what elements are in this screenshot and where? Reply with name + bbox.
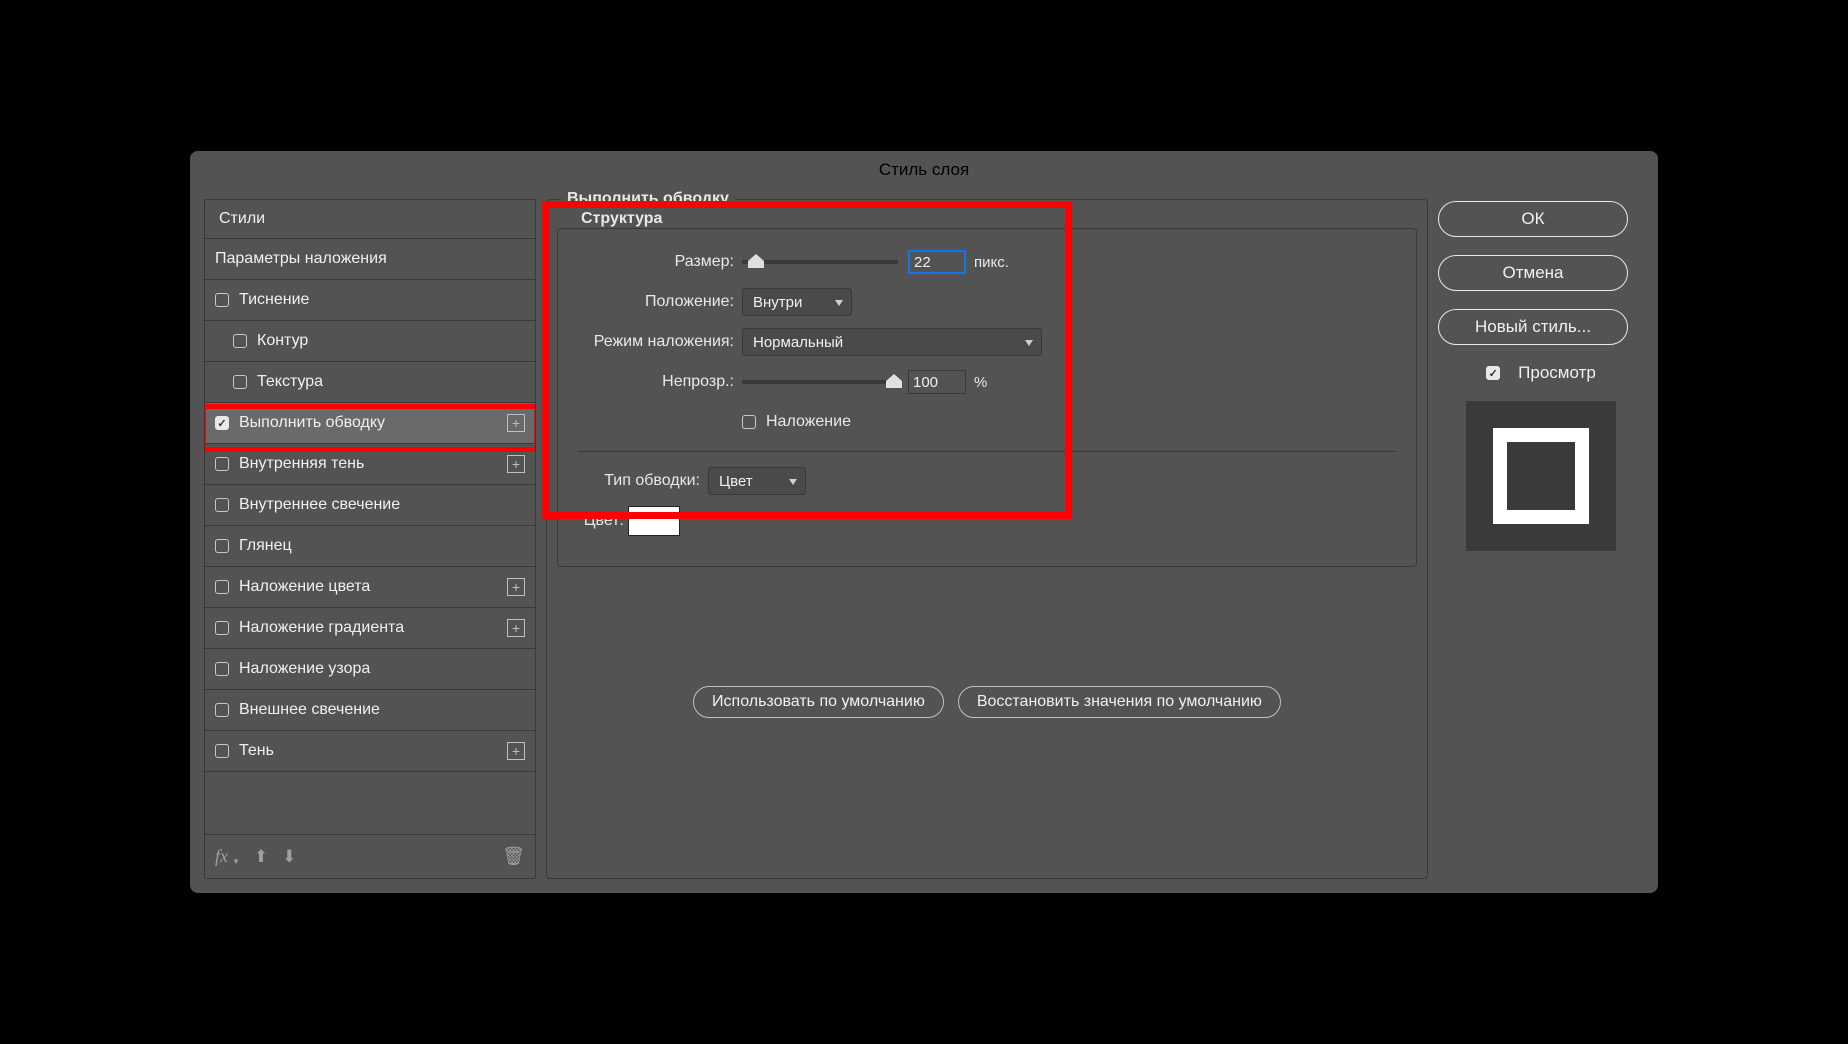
position-label: Положение: xyxy=(578,293,742,311)
overprint-label: Наложение xyxy=(766,413,851,431)
preview-swatch xyxy=(1466,401,1616,551)
style-checkbox[interactable] xyxy=(215,662,229,676)
size-unit: пикс. xyxy=(974,254,1009,271)
structure-group-title: Структура xyxy=(575,210,668,228)
style-row-тиснение[interactable]: Тиснение xyxy=(205,280,535,321)
style-checkbox[interactable] xyxy=(215,744,229,758)
style-checkbox[interactable] xyxy=(215,498,229,512)
slider-thumb-icon[interactable] xyxy=(886,374,902,388)
position-select[interactable]: Внутри xyxy=(742,288,852,316)
style-row-внутренняя-тень[interactable]: Внутренняя тень + xyxy=(205,444,535,485)
blending-options-row[interactable]: Параметры наложения xyxy=(205,239,535,280)
style-checkbox[interactable] xyxy=(233,334,247,348)
panel-title: Выполнить обводку xyxy=(561,190,735,208)
style-label: Текстура xyxy=(257,373,323,391)
add-effect-icon[interactable]: + xyxy=(507,742,525,760)
style-row-внешнее-свечение[interactable]: Внешнее свечение xyxy=(205,690,535,731)
style-checkbox[interactable] xyxy=(233,375,247,389)
styles-header[interactable]: Стили xyxy=(205,200,535,239)
window-titlebar[interactable]: Стиль слоя xyxy=(190,151,1658,189)
style-row-наложение-узора[interactable]: Наложение узора xyxy=(205,649,535,690)
color-label: Цвет: xyxy=(578,512,624,530)
filltype-select[interactable]: Цвет xyxy=(708,467,806,495)
style-label: Внутреннее свечение xyxy=(239,496,400,514)
style-row-наложение-цвета[interactable]: Наложение цвета + xyxy=(205,567,535,608)
style-checkbox[interactable] xyxy=(215,621,229,635)
blending-options-label: Параметры наложения xyxy=(215,250,387,268)
move-up-icon[interactable]: ⬆ xyxy=(254,847,268,867)
size-label: Размер: xyxy=(578,253,742,271)
style-label: Наложение узора xyxy=(239,660,370,678)
preview-label: Просмотр xyxy=(1518,363,1596,383)
style-row-текстура[interactable]: Текстура xyxy=(205,362,535,403)
dialog-buttons-panel: ОК Отмена Новый стиль... Просмотр xyxy=(1438,199,1644,879)
slider-thumb-icon[interactable] xyxy=(748,254,764,268)
style-label: Тень xyxy=(239,742,274,760)
add-effect-icon[interactable]: + xyxy=(507,414,525,432)
fx-dropdown-icon[interactable]: ▼ xyxy=(232,857,240,866)
opacity-slider[interactable] xyxy=(742,380,898,384)
new-style-button[interactable]: Новый стиль... xyxy=(1438,309,1628,345)
style-row-глянец[interactable]: Глянец xyxy=(205,526,535,567)
style-label: Внутренняя тень xyxy=(239,455,364,473)
style-row-тень[interactable]: Тень + xyxy=(205,731,535,772)
style-row-внутреннее-свечение[interactable]: Внутреннее свечение xyxy=(205,485,535,526)
style-label: Наложение градиента xyxy=(239,619,404,637)
size-input[interactable] xyxy=(908,250,966,274)
reset-default-button[interactable]: Восстановить значения по умолчанию xyxy=(958,686,1281,718)
settings-panel: Выполнить обводку Структура Размер: пикс… xyxy=(546,199,1428,879)
styles-list-panel: Стили Параметры наложения Тиснение Контур… xyxy=(204,199,536,879)
style-row-контур[interactable]: Контур xyxy=(205,321,535,362)
cancel-button[interactable]: Отмена xyxy=(1438,255,1628,291)
style-label: Глянец xyxy=(239,537,292,555)
layer-style-dialog: Стиль слоя Стили Параметры наложения Тис… xyxy=(190,151,1658,893)
style-checkbox[interactable] xyxy=(215,293,229,307)
ok-button[interactable]: ОК xyxy=(1438,201,1628,237)
add-effect-icon[interactable]: + xyxy=(507,455,525,473)
blendmode-select[interactable]: Нормальный xyxy=(742,328,1042,356)
style-checkbox[interactable] xyxy=(215,580,229,594)
filltype-label: Тип обводки: xyxy=(578,472,708,490)
style-label: Наложение цвета xyxy=(239,578,370,596)
overprint-checkbox[interactable] xyxy=(742,415,756,429)
style-label: Тиснение xyxy=(239,291,309,309)
move-down-icon[interactable]: ⬇ xyxy=(282,847,296,867)
style-label: Выполнить обводку xyxy=(239,414,385,432)
separator xyxy=(578,451,1396,452)
opacity-unit: % xyxy=(974,374,987,391)
fx-menu-icon[interactable]: fx xyxy=(215,846,228,867)
style-checkbox[interactable] xyxy=(215,416,229,430)
style-row-наложение-градиента[interactable]: Наложение градиента + xyxy=(205,608,535,649)
style-checkbox[interactable] xyxy=(215,539,229,553)
window-title: Стиль слоя xyxy=(879,160,969,180)
preview-thumbnail xyxy=(1493,428,1589,524)
add-effect-icon[interactable]: + xyxy=(507,578,525,596)
preview-checkbox[interactable] xyxy=(1486,366,1500,380)
opacity-label: Непрозр.: xyxy=(578,373,742,391)
style-label: Контур xyxy=(257,332,308,350)
make-default-button[interactable]: Использовать по умолчанию xyxy=(693,686,944,718)
trash-icon[interactable]: 🗑 xyxy=(502,846,525,867)
style-checkbox[interactable] xyxy=(215,457,229,471)
style-row-выполнить-обводку[interactable]: Выполнить обводку + xyxy=(205,403,535,444)
blendmode-label: Режим наложения: xyxy=(578,333,742,351)
styles-footer: fx ▼ ⬆ ⬇ 🗑 xyxy=(205,834,535,878)
style-label: Внешнее свечение xyxy=(239,701,380,719)
color-swatch[interactable] xyxy=(628,506,680,536)
size-slider[interactable] xyxy=(742,260,898,264)
opacity-input[interactable] xyxy=(908,370,966,394)
style-checkbox[interactable] xyxy=(215,703,229,717)
add-effect-icon[interactable]: + xyxy=(507,619,525,637)
